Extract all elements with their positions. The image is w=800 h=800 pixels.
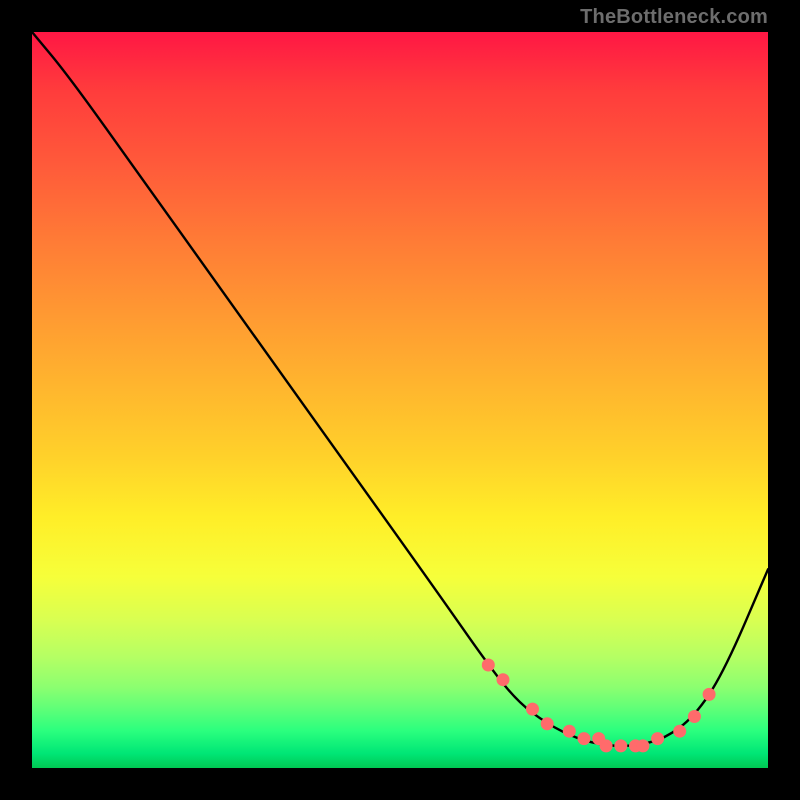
chart-svg (32, 32, 768, 768)
marker-dot (651, 732, 664, 745)
marker-dot (526, 703, 539, 716)
marker-dot (688, 710, 701, 723)
curve-line (32, 32, 768, 746)
plot-area (32, 32, 768, 768)
watermark-text: TheBottleneck.com (580, 6, 768, 29)
marker-dot (563, 725, 576, 738)
marker-dot (541, 717, 554, 730)
marker-dot (636, 739, 649, 752)
marker-dot (497, 673, 510, 686)
marker-dot (673, 725, 686, 738)
marker-dot (578, 732, 591, 745)
marker-dot (703, 688, 716, 701)
marker-dot (482, 659, 495, 672)
chart-stage: TheBottleneck.com (0, 0, 800, 800)
marker-group (482, 659, 716, 753)
marker-dot (600, 739, 613, 752)
marker-dot (614, 739, 627, 752)
